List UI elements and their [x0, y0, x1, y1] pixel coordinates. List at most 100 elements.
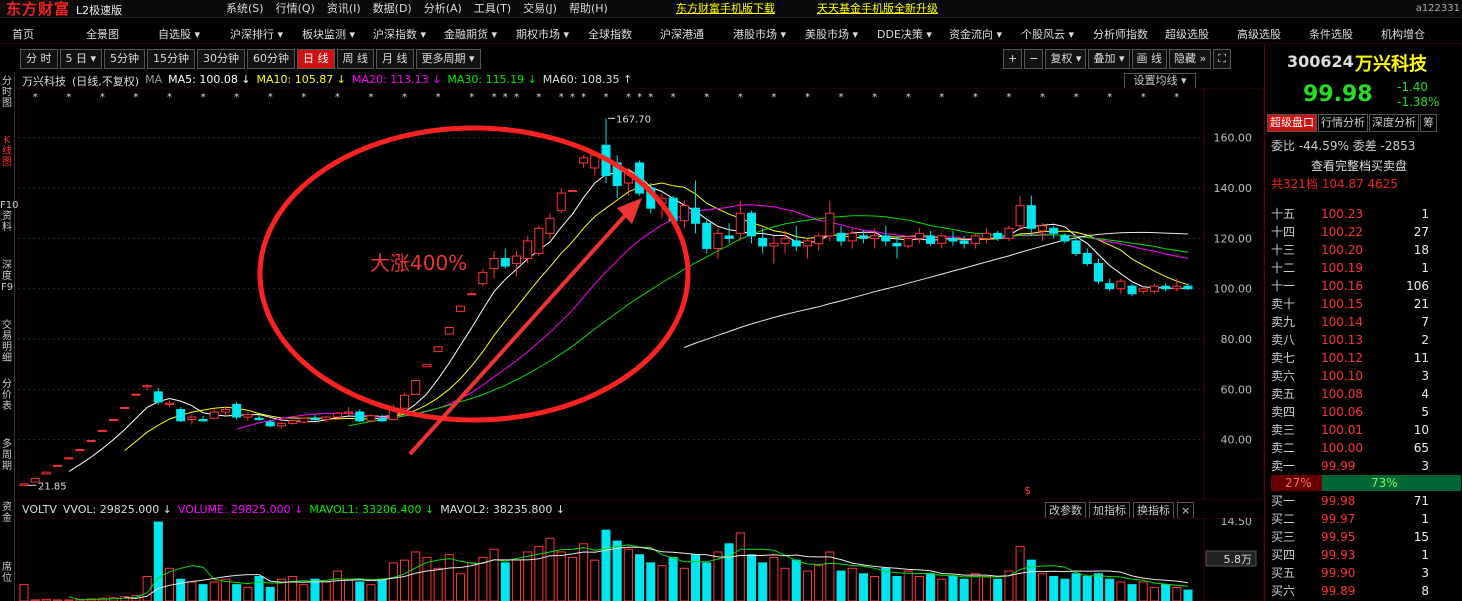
set-ma-button[interactable]: 设置均线 ▾	[1124, 73, 1196, 89]
left-tab-1[interactable]: K线图	[0, 135, 14, 168]
chart-tool-6[interactable]: ⛶	[1213, 49, 1231, 69]
promo-link-mobile[interactable]: 东方财富手机版下载	[676, 0, 775, 18]
period-7[interactable]: 周 线	[336, 49, 375, 69]
volume-bar	[780, 567, 790, 601]
event-marker: *	[604, 92, 609, 103]
nav-item-7[interactable]: 期权市场 ▾	[516, 26, 569, 44]
volume-bar	[198, 584, 208, 601]
chart-tool-3[interactable]: 叠加 ▾	[1088, 49, 1130, 69]
nav-item-8[interactable]: 全球指数	[588, 26, 632, 44]
nav-item-16[interactable]: 超级选股	[1165, 26, 1209, 44]
vol-tool-3[interactable]: ×	[1177, 502, 1195, 519]
period-8[interactable]: 月 线	[376, 49, 414, 69]
nav-item-2[interactable]: 自选股 ▾	[158, 26, 200, 44]
period-9[interactable]: 更多周期 ▾	[415, 49, 481, 69]
period-5[interactable]: 60分钟	[247, 49, 296, 69]
nav-item-1[interactable]: 全景图	[86, 26, 119, 44]
volume-bar	[590, 559, 600, 601]
left-tab-5[interactable]: 分价表	[0, 379, 14, 412]
volume-bar	[601, 529, 611, 601]
nav-item-3[interactable]: 沪深排行 ▾	[230, 26, 283, 44]
event-marker: *	[402, 92, 407, 103]
period-4[interactable]: 30分钟	[197, 49, 246, 69]
menu-item-0[interactable]: 系统(S)	[226, 0, 264, 18]
nav-item-4[interactable]: 板块监测 ▾	[302, 26, 355, 44]
event-marker: *	[805, 92, 810, 103]
menu-item-4[interactable]: 分析(A)	[424, 0, 462, 18]
nav-item-0[interactable]: 首页	[12, 26, 34, 44]
left-tab-7[interactable]: 资金	[0, 502, 14, 524]
left-tab-3[interactable]: 深度F9	[0, 260, 14, 293]
quote-tab-2[interactable]: 深度分析	[1369, 114, 1419, 132]
quote-tab-3[interactable]: 筹	[1420, 114, 1437, 132]
period-0[interactable]: 分 时	[20, 49, 58, 69]
quote-tab-1[interactable]: 行情分析	[1318, 114, 1368, 132]
volume-bar	[187, 581, 197, 601]
event-marker: *	[66, 92, 71, 103]
nav-item-18[interactable]: 条件选股	[1309, 26, 1353, 44]
promo-link-fund[interactable]: 天天基金手机版全新升级	[817, 0, 938, 18]
menu-item-6[interactable]: 交易(J)	[523, 0, 557, 18]
nav-item-17[interactable]: 高级选股	[1237, 26, 1281, 44]
chart-tool-1[interactable]: −	[1024, 49, 1044, 69]
nav-item-5[interactable]: 沪深指数 ▾	[373, 26, 426, 44]
ask-price: 100.00	[1321, 441, 1363, 455]
chart-tool-2[interactable]: 复权 ▾	[1045, 49, 1087, 69]
volume-bar	[19, 584, 29, 601]
bid-level-label: 买四	[1271, 548, 1296, 562]
vol-tool-0[interactable]: 改参数	[1045, 502, 1086, 519]
ask-price: 100.13	[1321, 333, 1363, 347]
vol-tool-1[interactable]: 加指标	[1089, 502, 1130, 519]
ask-price: 100.22	[1321, 225, 1363, 239]
left-tab-2[interactable]: F10资料	[0, 200, 18, 233]
nav-item-9[interactable]: 沪深港通	[660, 26, 704, 44]
chart-tool-4[interactable]: 画 线	[1131, 49, 1167, 69]
menu-item-3[interactable]: 数据(D)	[373, 0, 412, 18]
candle	[455, 305, 466, 312]
ask-price: 99.99	[1321, 459, 1356, 473]
left-tab-8[interactable]: 席位	[0, 562, 14, 584]
ma5-value: MA5: 100.08 ↓	[168, 73, 251, 86]
left-tab-0[interactable]: 分时图	[0, 76, 14, 109]
nav-item-11[interactable]: 美股市场 ▾	[805, 26, 858, 44]
full-book-link[interactable]: 查看完整档买卖盘	[1311, 157, 1407, 174]
event-marker: *	[436, 92, 441, 103]
left-tab-4[interactable]: 交易明细	[0, 320, 14, 364]
kline-chart[interactable]: 40.00 60.00 80.00 100.00 120.00 140.00 160.00 *…	[18, 88, 1264, 500]
quote-tab-0[interactable]: 超级盘口	[1267, 114, 1317, 132]
volume-bar	[814, 565, 824, 601]
left-tab-6[interactable]: 多周期	[0, 439, 14, 472]
nav-item-6[interactable]: 金融期货 ▾	[444, 26, 497, 44]
ask-level-label: 卖九	[1271, 315, 1296, 329]
menu-item-2[interactable]: 资讯(I)	[327, 0, 361, 18]
ask-level-label: 卖七	[1271, 351, 1296, 365]
period-2[interactable]: 5分钟	[104, 49, 146, 69]
volume-bar	[1071, 573, 1081, 601]
chart-tool-0[interactable]: +	[1003, 49, 1023, 69]
ask-price: 100.20	[1321, 243, 1363, 257]
nav-item-13[interactable]: 资金流向 ▾	[949, 26, 1002, 44]
period-6[interactable]: 日 线	[297, 49, 335, 69]
menu-item-5[interactable]: 工具(T)	[474, 0, 511, 18]
nav-item-19[interactable]: 机构增仓	[1381, 26, 1425, 44]
y-tick-label: 160.00	[1214, 132, 1253, 145]
nav-item-12[interactable]: DDE决策 ▾	[877, 26, 932, 44]
volume-bar	[153, 521, 163, 601]
vol-indicator-name: VOLTV	[22, 503, 57, 516]
nav-item-10[interactable]: 港股市场 ▾	[733, 26, 786, 44]
chart-tool-5[interactable]: 隐藏 »	[1169, 49, 1212, 69]
volume-bar	[858, 573, 868, 601]
nav-item-14[interactable]: 个股风云 ▾	[1021, 26, 1074, 44]
volume-bar	[836, 570, 846, 601]
period-1[interactable]: 5 日 ▾	[59, 49, 103, 69]
stock-code: 300624	[1287, 52, 1354, 71]
period-3[interactable]: 15分钟	[147, 49, 196, 69]
ask-volume: 3	[1421, 369, 1429, 383]
vol-tool-2[interactable]: 换指标	[1133, 502, 1174, 519]
menu-item-7[interactable]: 帮助(H)	[569, 0, 608, 18]
menu-item-1[interactable]: 行情(Q)	[276, 0, 315, 18]
event-marker: *	[581, 92, 586, 103]
nav-item-15[interactable]: 分析师指数	[1093, 26, 1148, 44]
candle	[19, 483, 29, 486]
volume-chart[interactable]: 14.50 5.8万	[18, 518, 1264, 601]
